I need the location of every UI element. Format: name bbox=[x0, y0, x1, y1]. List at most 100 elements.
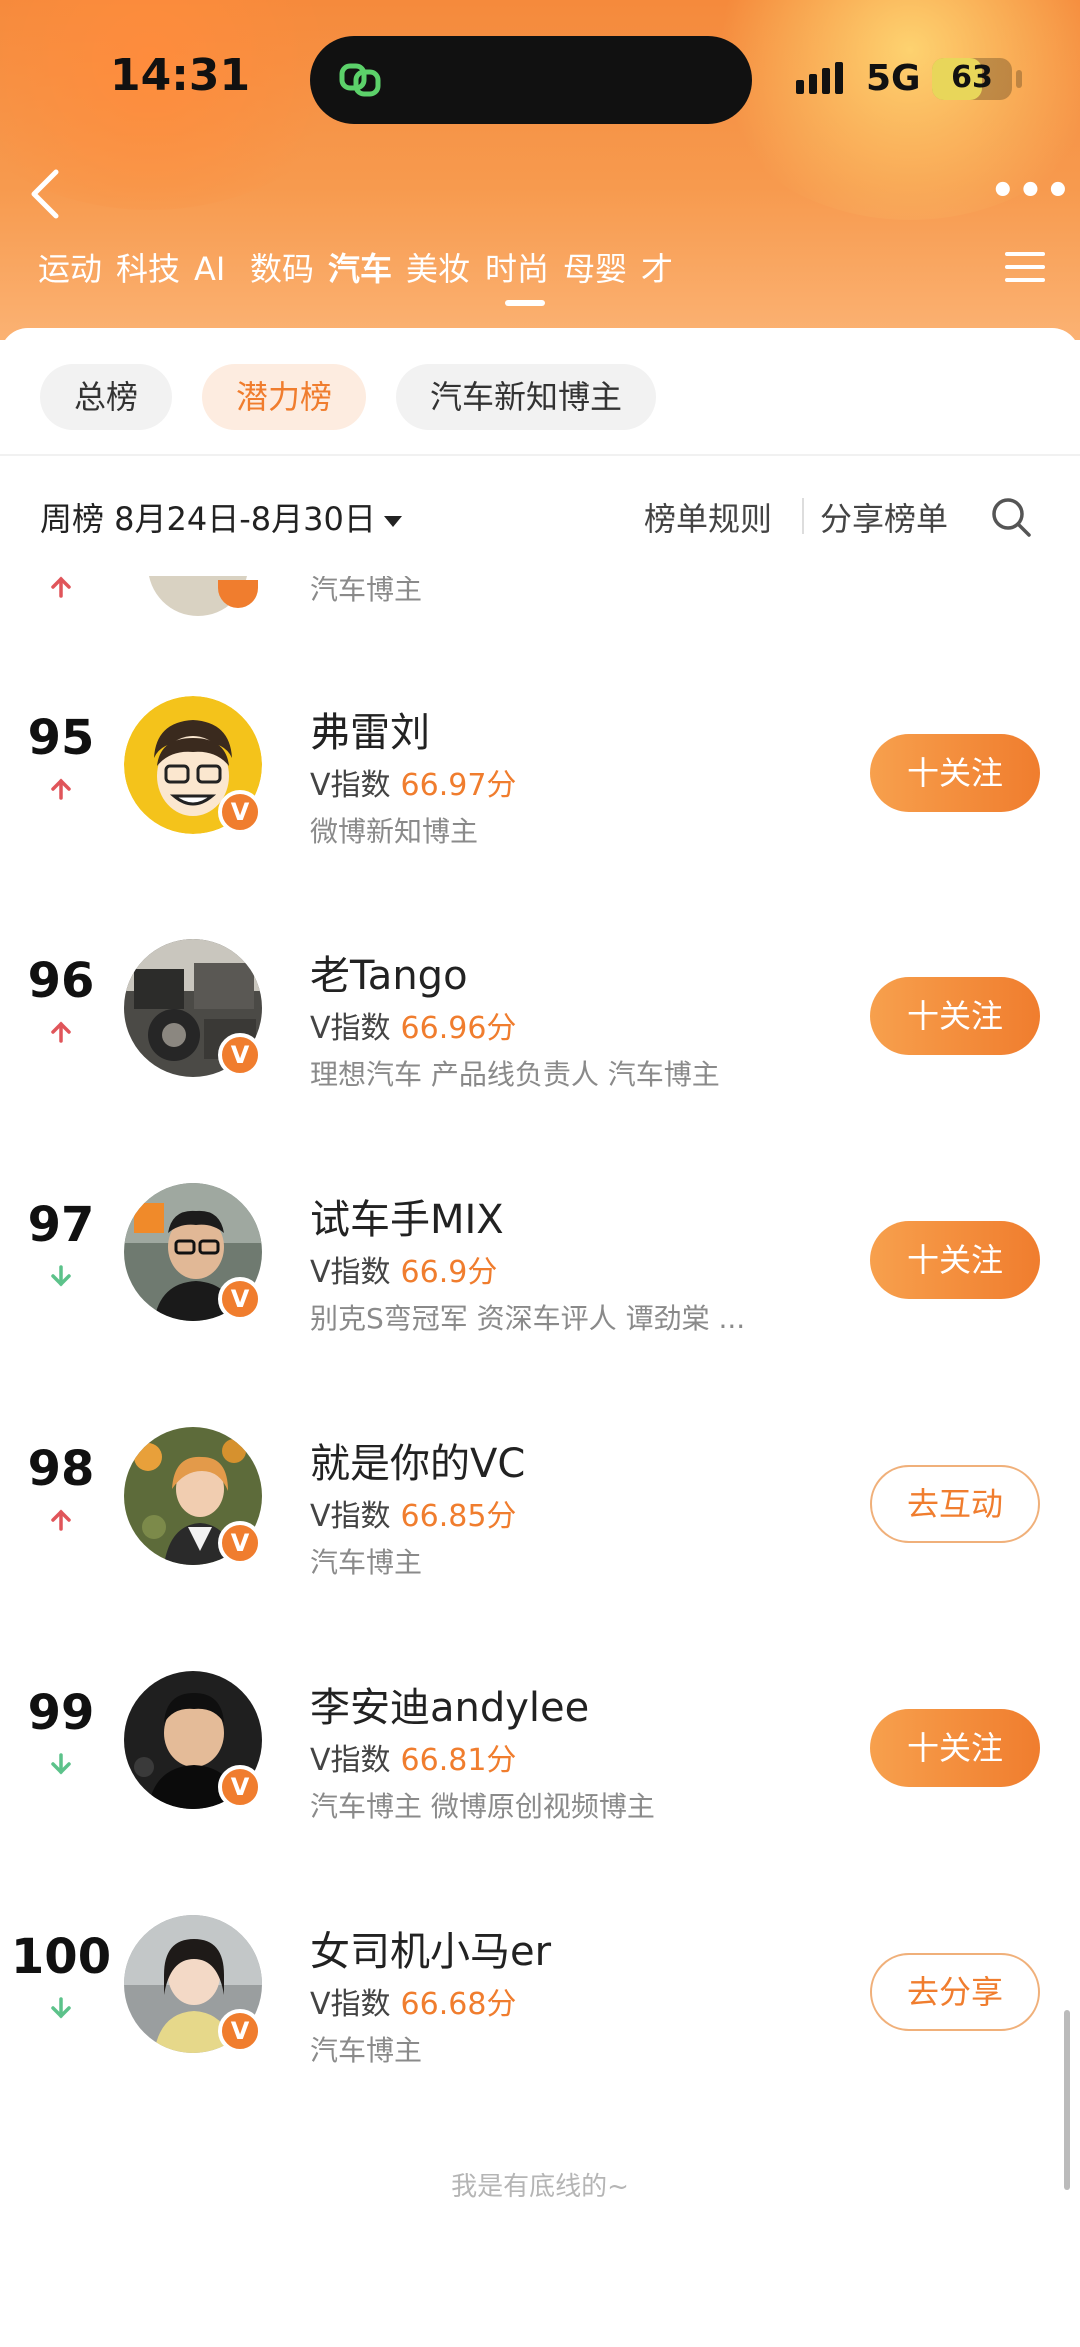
share-list-link[interactable]: 分享榜单 bbox=[820, 494, 948, 540]
v-index-label: V指数 bbox=[310, 1255, 391, 1290]
v-index-score: 66.85分 bbox=[400, 1499, 517, 1534]
follow-button[interactable]: 十关注 bbox=[870, 1709, 1040, 1787]
list-item[interactable]: 99 V 李安迪andylee V指数 66.81分 汽车博主 微博原创视频博主 … bbox=[0, 1633, 1080, 1833]
user-name[interactable]: 女司机小马er bbox=[310, 1919, 551, 1977]
v-index: V指数 66.97分 bbox=[310, 760, 516, 804]
user-name[interactable]: 就是你的VC bbox=[310, 1431, 525, 1489]
v-index-label: V指数 bbox=[310, 1499, 391, 1534]
v-index-score: 66.81分 bbox=[400, 1743, 517, 1778]
chip-auto-newknow[interactable]: 汽车新知博主 bbox=[396, 364, 657, 430]
status-bar: 14:31 5G 63 bbox=[0, 0, 1080, 150]
verified-badge: V bbox=[218, 1033, 262, 1077]
user-desc: 汽车博主 bbox=[310, 2034, 423, 2067]
period-filter[interactable]: 周榜 8月24日-8月30日 bbox=[40, 494, 402, 540]
tab-digital[interactable]: 数码 bbox=[250, 246, 314, 306]
dynamic-island bbox=[310, 36, 752, 124]
ranking-chips: 总榜 潜力榜 汽车新知博主 bbox=[40, 364, 657, 430]
tab-auto[interactable]: 汽车 bbox=[328, 246, 392, 306]
verified-badge: V bbox=[218, 1765, 262, 1809]
scrollbar[interactable] bbox=[1064, 2010, 1070, 2190]
interact-button[interactable]: 去互动 bbox=[870, 1465, 1040, 1543]
user-name[interactable]: 老Tango bbox=[310, 943, 468, 1001]
user-desc: 汽车博主 微博原创视频博主 bbox=[310, 1790, 655, 1823]
battery-level: 63 bbox=[951, 60, 993, 95]
list-item-partial[interactable]: 汽车博主 bbox=[0, 576, 1080, 656]
menu-icon[interactable] bbox=[1005, 252, 1045, 286]
v-index: V指数 66.96分 bbox=[310, 1003, 516, 1047]
v-index: V指数 66.85分 bbox=[310, 1491, 516, 1535]
tab-fashion[interactable]: 时尚 bbox=[485, 246, 549, 306]
search-icon[interactable] bbox=[990, 496, 1032, 538]
list-item[interactable]: 97 V 试车手MIX V指数 66.9分 别克S弯冠军 资深车评人 谭劲棠 ..… bbox=[0, 1145, 1080, 1345]
list-item[interactable]: 96 V 老Tango V指数 66.96分 理想汽车 产品线负责人 汽车博主 十… bbox=[0, 901, 1080, 1101]
tab-sports[interactable]: 运动 bbox=[38, 246, 102, 306]
follow-button[interactable]: 十关注 bbox=[870, 977, 1040, 1055]
v-index: V指数 66.9分 bbox=[310, 1247, 497, 1291]
user-desc: 微博新知博主 bbox=[310, 815, 479, 848]
v-index-score: 66.96分 bbox=[400, 1011, 517, 1046]
signal-icon bbox=[796, 62, 843, 94]
trend-up-icon bbox=[51, 1509, 71, 1531]
user-name[interactable]: 李安迪andylee bbox=[310, 1675, 589, 1733]
tab-ai[interactable]: AI bbox=[194, 246, 225, 306]
network-type: 5G bbox=[866, 58, 921, 99]
v-index-score: 66.97分 bbox=[400, 768, 517, 803]
rank-number: 100 bbox=[10, 1929, 112, 1985]
v-index: V指数 66.68分 bbox=[310, 1979, 516, 2023]
chip-potential[interactable]: 潜力榜 bbox=[202, 364, 367, 430]
tab-partial-right[interactable]: 才 bbox=[641, 246, 673, 306]
v-index-label: V指数 bbox=[310, 1987, 391, 2022]
rank-number: 95 bbox=[27, 710, 95, 766]
list-item[interactable]: 95 V 弗雷刘 V指数 66.97分 微博新知博主 十关注 bbox=[0, 658, 1080, 858]
rules-link[interactable]: 榜单规则 bbox=[644, 494, 772, 540]
follow-button[interactable]: 十关注 bbox=[870, 734, 1040, 812]
back-icon[interactable] bbox=[22, 164, 72, 224]
period-label: 周榜 8月24日-8月30日 bbox=[40, 500, 376, 538]
caret-down-icon bbox=[383, 515, 402, 527]
trend-down-icon bbox=[51, 1753, 71, 1775]
divider-vertical bbox=[802, 498, 804, 534]
user-desc: 别克S弯冠军 资深车评人 谭劲棠 ... bbox=[310, 1302, 746, 1335]
user-name[interactable]: 弗雷刘 bbox=[310, 700, 430, 758]
status-time: 14:31 bbox=[110, 50, 251, 101]
rank-number: 98 bbox=[27, 1441, 95, 1497]
v-index-label: V指数 bbox=[310, 1743, 391, 1778]
v-index: V指数 66.81分 bbox=[310, 1735, 516, 1779]
rank-number: 97 bbox=[27, 1197, 95, 1253]
share-button[interactable]: 去分享 bbox=[870, 1953, 1040, 2031]
trend-down-icon bbox=[51, 1997, 71, 2019]
more-icon[interactable]: ••• bbox=[990, 168, 1073, 214]
desc: 汽车博主 bbox=[310, 576, 423, 606]
active-tab-indicator bbox=[505, 300, 545, 306]
v-index-score: 66.68分 bbox=[400, 1987, 517, 2022]
verified-badge: V bbox=[218, 1277, 262, 1321]
list-item[interactable]: 100 V 女司机小马er V指数 66.68分 汽车博主 去分享 bbox=[0, 1877, 1080, 2077]
tab-baby[interactable]: 母婴 bbox=[563, 246, 627, 306]
end-of-list-text: 我是有底线的~ bbox=[451, 2172, 629, 2202]
v-index-score: 66.9分 bbox=[400, 1255, 498, 1290]
category-tabs: ′ 运动 科技 AI 数码 汽车 美妆 时尚 母婴 才 bbox=[0, 246, 1000, 306]
list-item[interactable]: 98 V 就是你的VC V指数 66.85分 汽车博主 去互动 bbox=[0, 1389, 1080, 1589]
header-banner: 14:31 5G 63 ••• ′ 运动 科技 AI 数码 汽车 美妆 时尚 母… bbox=[0, 0, 1080, 340]
rank-number: 99 bbox=[27, 1685, 95, 1741]
trend-down-icon bbox=[51, 1265, 71, 1287]
trend-up-icon bbox=[51, 1021, 71, 1043]
battery-icon: 63 bbox=[932, 58, 1012, 100]
user-name[interactable]: 试车手MIX bbox=[310, 1187, 504, 1245]
follow-button[interactable]: 十关注 bbox=[870, 1221, 1040, 1299]
ranking-sheet: 总榜 潜力榜 汽车新知博主 周榜 8月24日-8月30日 榜单规则 分享榜单 汽… bbox=[0, 328, 1080, 2347]
rank-number: 96 bbox=[27, 953, 95, 1009]
chip-overall[interactable]: 总榜 bbox=[40, 364, 173, 430]
verified-badge: V bbox=[218, 790, 262, 834]
tab-beauty[interactable]: 美妆 bbox=[406, 246, 470, 306]
trend-up-icon bbox=[51, 778, 71, 800]
verified-badge: V bbox=[218, 1521, 262, 1565]
user-desc: 理想汽车 产品线负责人 汽车博主 bbox=[310, 1058, 720, 1091]
divider bbox=[0, 454, 1080, 456]
v-index-label: V指数 bbox=[310, 1011, 391, 1046]
v-index-label: V指数 bbox=[310, 768, 391, 803]
tab-tech[interactable]: 科技 bbox=[116, 246, 180, 306]
verified-badge: V bbox=[218, 2009, 262, 2053]
user-desc: 汽车博主 bbox=[310, 1546, 423, 1579]
battery-cap bbox=[1016, 70, 1022, 88]
